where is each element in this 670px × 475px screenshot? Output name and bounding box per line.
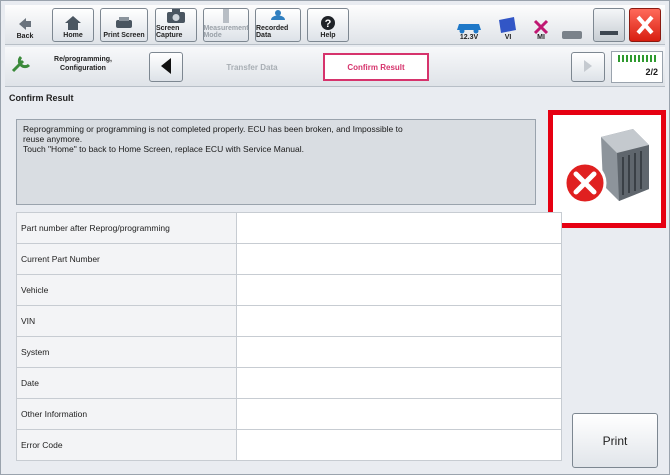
error-message-box: Reprogramming or programming is not comp…: [16, 119, 536, 205]
ecu-error-icon: [563, 129, 649, 205]
screen-capture-button[interactable]: Screen Capture: [155, 8, 197, 42]
vi-icon: [499, 17, 516, 33]
screen-capture-label: Screen Capture: [156, 25, 183, 39]
device-icon: [562, 31, 582, 39]
tab-confirm-result[interactable]: Confirm Result: [323, 53, 429, 81]
progress-bar: [618, 55, 658, 62]
print-screen-button[interactable]: Print Screen: [100, 8, 148, 42]
help-icon: ?: [317, 15, 339, 31]
row-value-vehicle: [236, 274, 562, 306]
camera-icon: [165, 8, 187, 24]
message-line-2: reuse anymore.: [23, 134, 83, 144]
battery-voltage-status: 12.3V: [451, 9, 487, 41]
home-button[interactable]: Home: [52, 8, 94, 42]
result-table: Part number after Reprog/programming Cur…: [16, 212, 562, 461]
row-label-current-part-number: Current Part Number: [16, 243, 237, 275]
ecu-error-icon-frame: [548, 110, 666, 228]
printer-icon: [113, 15, 135, 31]
print-screen-label: Print Screen: [103, 32, 145, 39]
measurement-mode-label: Measurement Mode: [203, 25, 249, 39]
row-label-system: System: [16, 336, 237, 368]
table-row: VIN: [16, 305, 562, 337]
message-line-1: Reprogramming or programming is not comp…: [23, 124, 403, 134]
help-label: Help: [320, 32, 336, 39]
page-indicator: 2/2: [611, 51, 663, 83]
table-row: Current Part Number: [16, 243, 562, 275]
row-label-part-number-after: Part number after Reprog/programming: [16, 212, 237, 244]
device-status: [559, 9, 585, 41]
arrow-right-icon: [584, 60, 592, 72]
back-label: Back: [16, 33, 34, 40]
app-window: Back Home Print Screen Screen Capture Me…: [0, 0, 670, 475]
row-label-vehicle: Vehicle: [16, 274, 237, 306]
back-button[interactable]: Back: [9, 8, 41, 42]
next-button[interactable]: [571, 52, 605, 82]
home-label: Home: [63, 32, 83, 39]
close-button[interactable]: [629, 8, 661, 42]
minimize-button[interactable]: [593, 8, 625, 42]
back-arrow-icon: [14, 16, 36, 32]
mi-disconnected-icon: [533, 19, 549, 34]
wrench-icon: [9, 53, 33, 77]
row-value-error-code: [236, 429, 562, 461]
row-value-vin: [236, 305, 562, 337]
recorded-data-label: Recorded Data: [256, 25, 289, 39]
voltage-label: 12.3V: [459, 34, 479, 41]
row-value-current-part-number: [236, 243, 562, 275]
page-indicator-text: 2/2: [645, 67, 658, 77]
tab-confirm-label: Confirm Result: [347, 62, 405, 72]
car-icon: [457, 24, 481, 34]
measurement-mode-button[interactable]: Measurement Mode: [203, 8, 249, 42]
help-button[interactable]: ? Help: [307, 8, 349, 42]
page-title: Confirm Result: [9, 93, 74, 103]
row-label-error-code: Error Code: [16, 429, 237, 461]
home-icon: [62, 15, 84, 31]
section-label: Re/programming, Configuration: [54, 56, 112, 72]
previous-button[interactable]: [149, 52, 183, 82]
recorded-data-button[interactable]: Recorded Data: [255, 8, 301, 42]
table-row: Vehicle: [16, 274, 562, 306]
row-label-date: Date: [16, 367, 237, 399]
table-row: Error Code: [16, 429, 562, 461]
vi-status: VI: [495, 9, 521, 41]
mi-label: MI: [537, 34, 545, 41]
row-value-date: [236, 367, 562, 399]
row-value-part-number-after: [236, 212, 562, 244]
close-icon: [636, 15, 654, 35]
message-line-3: Touch "Home" to back to Home Screen, rep…: [23, 144, 304, 154]
row-label-other-information: Other Information: [16, 398, 237, 430]
step-navigation: Re/programming, Configuration Transfer D…: [5, 47, 665, 87]
tab-transfer-label: Transfer Data: [226, 62, 278, 72]
print-button-label: Print: [602, 433, 628, 448]
recorded-data-icon: [267, 8, 289, 24]
vi-label: VI: [504, 34, 512, 41]
main-toolbar: Back Home Print Screen Screen Capture Me…: [5, 5, 665, 45]
mi-status: MI: [529, 9, 553, 41]
row-value-other-information: [236, 398, 562, 430]
table-row: Other Information: [16, 398, 562, 430]
row-value-system: [236, 336, 562, 368]
print-button[interactable]: Print: [572, 413, 658, 468]
arrow-left-icon: [161, 58, 171, 74]
measurement-icon: [215, 8, 237, 24]
table-row: Date: [16, 367, 562, 399]
table-row: Part number after Reprog/programming: [16, 212, 562, 244]
table-row: System: [16, 336, 562, 368]
minimize-icon: [600, 31, 618, 35]
row-label-vin: VIN: [16, 305, 237, 337]
tab-transfer-data[interactable]: Transfer Data: [191, 53, 313, 81]
svg-text:?: ?: [325, 18, 332, 30]
